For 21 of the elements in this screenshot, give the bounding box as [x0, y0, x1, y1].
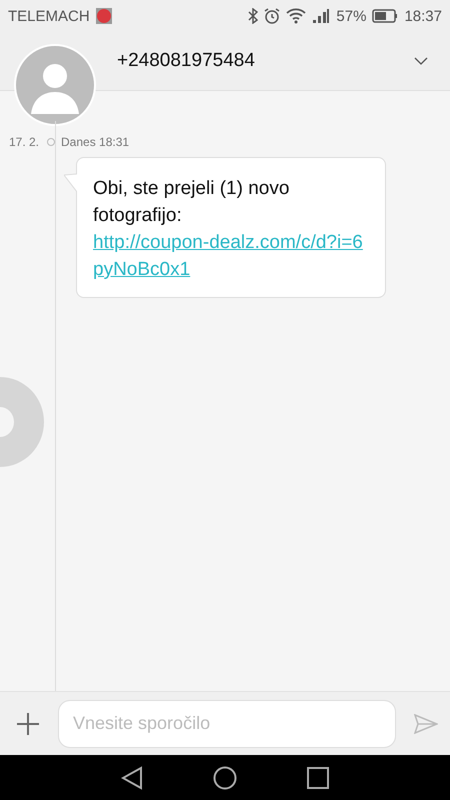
- add-button[interactable]: [16, 712, 40, 736]
- signal-icon: [312, 8, 330, 24]
- expand-button[interactable]: [414, 57, 428, 65]
- clock-time: 18:37: [404, 8, 442, 24]
- message-input[interactable]: Vnesite sporočilo: [58, 700, 396, 748]
- battery-percent: 57%: [336, 8, 366, 24]
- contact-number: +248081975484: [117, 50, 256, 72]
- back-button[interactable]: [121, 766, 143, 790]
- wifi-icon: [286, 8, 306, 24]
- alarm-icon: [264, 8, 280, 24]
- recents-button[interactable]: [307, 766, 329, 788]
- carrier-name: TELEMACH: [8, 8, 90, 24]
- timeline-dot: [47, 138, 55, 146]
- bluetooth-icon: [248, 8, 258, 24]
- message-link[interactable]: http://coupon-dealz.com/c/d?i=6pyNoBc0x1: [93, 229, 369, 283]
- battery-icon: [372, 9, 398, 23]
- message-time: Danes 18:31: [61, 135, 130, 149]
- app-icon: [96, 8, 112, 24]
- message-date: 17. 2.: [8, 135, 40, 149]
- message-text: Obi, ste prejeli (1) novo fotografijo:: [93, 178, 290, 226]
- home-button[interactable]: [213, 766, 237, 790]
